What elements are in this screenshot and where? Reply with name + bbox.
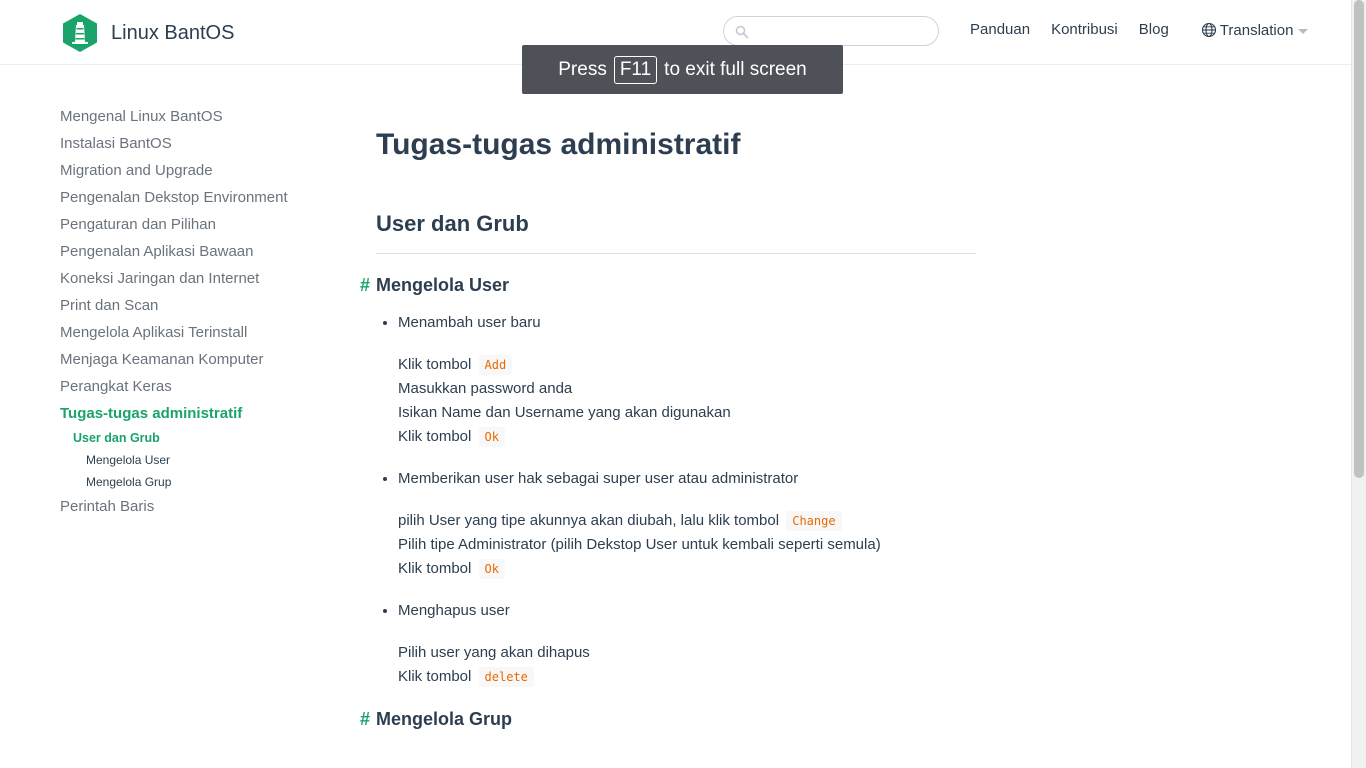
- sidebar-subitem-mengelola-grup[interactable]: Mengelola Grup: [60, 471, 320, 493]
- sidebar-item-mengenal[interactable]: Mengenal Linux BantOS: [60, 103, 320, 130]
- sidebar: Mengenal Linux BantOS Instalasi BantOS M…: [60, 103, 320, 520]
- nav-link-blog[interactable]: Blog: [1139, 20, 1169, 40]
- step-text: Klik tombol: [398, 668, 472, 685]
- sidebar-subitem-user-grub[interactable]: User dan Grub: [60, 427, 320, 449]
- translation-dropdown[interactable]: Translation: [1201, 22, 1309, 39]
- code-ok: Ok: [478, 427, 505, 447]
- sidebar-item-perintah-baris[interactable]: Perintah Baris: [60, 493, 320, 520]
- nav-link-kontribusi[interactable]: Kontribusi: [1051, 20, 1118, 40]
- globe-icon: [1201, 22, 1216, 38]
- brand-home-link[interactable]: Linux BantOS: [60, 13, 234, 53]
- heading-anchor-link[interactable]: #: [360, 707, 370, 731]
- sidebar-item-keamanan[interactable]: Menjaga Keamanan Komputer: [60, 346, 320, 373]
- step-title: Menambah user baru: [398, 314, 541, 331]
- step-title: Memberikan user hak sebagai super user a…: [398, 470, 799, 487]
- list-item: Menghapus user Pilih user yang akan diha…: [398, 599, 976, 689]
- sidebar-item-tugas-administratif[interactable]: Tugas-tugas administratif: [60, 400, 320, 427]
- page-scrollbar[interactable]: [1351, 0, 1366, 768]
- sidebar-item-migration[interactable]: Migration and Upgrade: [60, 157, 320, 184]
- sidebar-item-koneksi[interactable]: Koneksi Jaringan dan Internet: [60, 265, 320, 292]
- step-body: pilih User yang tipe akunnya akan diubah…: [398, 509, 976, 581]
- step-text: Pilih tipe Administrator (pilih Dekstop …: [398, 536, 881, 553]
- list-item: Memberikan user hak sebagai super user a…: [398, 467, 976, 581]
- scrollbar-thumb[interactable]: [1354, 0, 1364, 478]
- code-add: Add: [478, 355, 513, 375]
- nav-link-panduan[interactable]: Panduan: [970, 20, 1030, 40]
- step-title: Menghapus user: [398, 602, 510, 619]
- lighthouse-logo-icon: [63, 14, 97, 52]
- translation-label: Translation: [1219, 21, 1294, 39]
- fullscreen-notice: Press F11 to exit full screen: [522, 45, 843, 94]
- sidebar-item-perangkat-keras[interactable]: Perangkat Keras: [60, 373, 320, 400]
- step-body: Pilih user yang akan dihapus Klik tombol…: [398, 641, 976, 689]
- sidebar-item-print-scan[interactable]: Print dan Scan: [60, 292, 320, 319]
- sidebar-subitem-mengelola-user[interactable]: Mengelola User: [60, 449, 320, 471]
- fullscreen-notice-prefix: Press: [558, 58, 607, 80]
- step-text: Masukkan password anda: [398, 380, 573, 397]
- step-text: Klik tombol: [398, 356, 472, 373]
- brand-title: Linux BantOS: [111, 21, 235, 44]
- step-text: Klik tombol: [398, 428, 472, 445]
- search-box[interactable]: [723, 16, 939, 46]
- sidebar-item-instalasi[interactable]: Instalasi BantOS: [60, 130, 320, 157]
- step-text: Pilih user yang akan dihapus: [398, 644, 590, 661]
- heading-mengelola-user: # Mengelola User: [360, 273, 976, 297]
- steps-list: Menambah user baru Klik tombol Add Masuk…: [376, 311, 976, 689]
- sidebar-item-aplikasi-bawaan[interactable]: Pengenalan Aplikasi Bawaan: [60, 238, 320, 265]
- main-content: Tugas-tugas administratif User dan Grub …: [360, 110, 976, 731]
- nav-links: Panduan Kontribusi Blog Translation: [970, 20, 1309, 40]
- sidebar-item-dekstop-environment[interactable]: Pengenalan Dekstop Environment: [60, 184, 320, 211]
- list-item: Menambah user baru Klik tombol Add Masuk…: [398, 311, 976, 449]
- code-delete: delete: [478, 667, 534, 687]
- fullscreen-notice-suffix: to exit full screen: [664, 58, 807, 80]
- code-change: Change: [786, 511, 842, 531]
- step-text: Isikan Name dan Username yang akan digun…: [398, 404, 731, 421]
- caret-down-icon: [1298, 28, 1309, 34]
- step-text: Klik tombol: [398, 560, 472, 577]
- code-ok: Ok: [478, 559, 505, 579]
- heading-anchor-link[interactable]: #: [360, 273, 370, 297]
- step-text: pilih User yang tipe akunnya akan diubah…: [398, 512, 780, 529]
- search-input[interactable]: [752, 19, 932, 43]
- sidebar-item-aplikasi-terinstall[interactable]: Mengelola Aplikasi Terinstall: [60, 319, 320, 346]
- fullscreen-key: F11: [613, 55, 658, 84]
- search-icon: [735, 25, 749, 39]
- heading-mengelola-user-text: Mengelola User: [376, 275, 510, 295]
- page-title: Tugas-tugas administratif: [376, 128, 741, 161]
- sidebar-item-pengaturan[interactable]: Pengaturan dan Pilihan: [60, 211, 320, 238]
- heading-mengelola-grup-text: Mengelola Grup: [376, 709, 513, 729]
- section-heading: User dan Grub: [376, 211, 976, 254]
- step-body: Klik tombol Add Masukkan password anda I…: [398, 353, 976, 449]
- heading-mengelola-grup: # Mengelola Grup: [360, 707, 976, 731]
